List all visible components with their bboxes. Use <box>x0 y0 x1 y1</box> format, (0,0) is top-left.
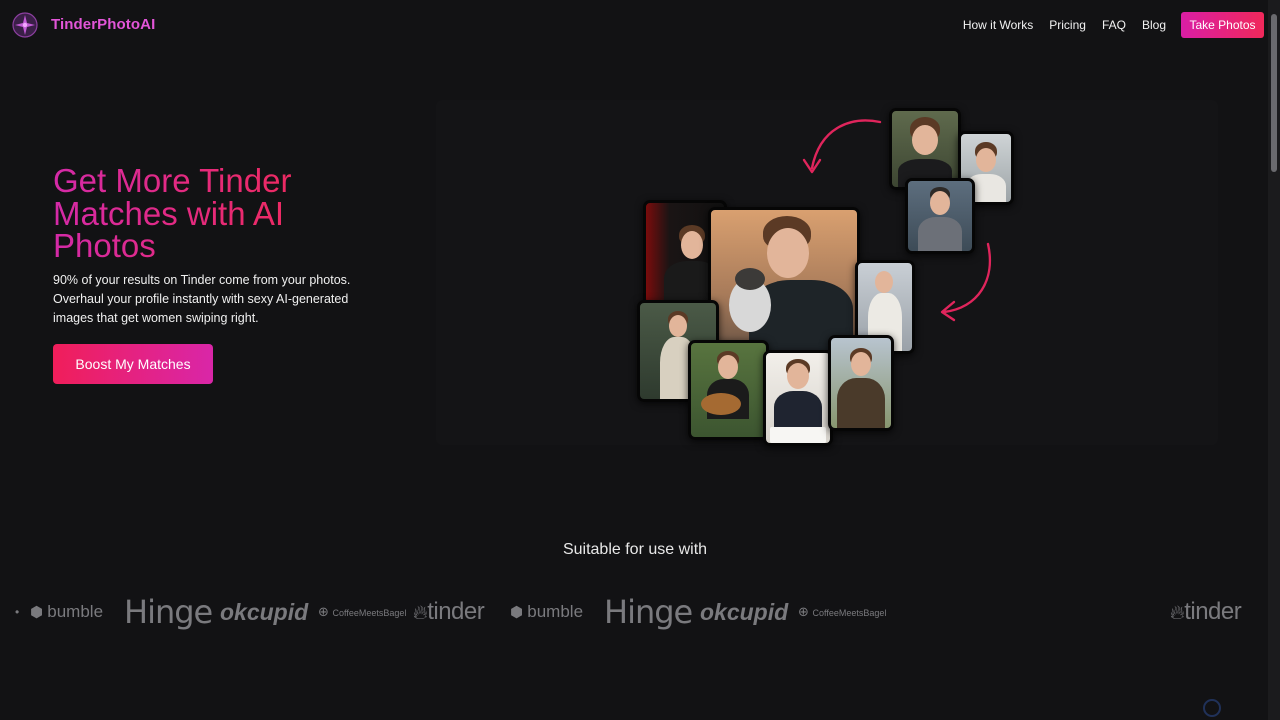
logo-tinder: 🔥︎tinder <box>1170 598 1242 625</box>
compat-heading: Suitable for use with <box>562 541 708 558</box>
sparkle-star-icon[interactable] <box>12 12 38 38</box>
nav-link-faq[interactable]: FAQ <box>1102 18 1126 32</box>
bumble-hexagon-icon: ⬢ <box>30 604 48 621</box>
bumble-hexagon-icon: ⬢ <box>510 604 528 621</box>
logo-hinge: Hinge <box>604 593 693 631</box>
take-photos-button[interactable]: Take Photos <box>1181 12 1264 38</box>
collage-photo <box>828 335 894 431</box>
logo-okcupid: okcupid <box>700 599 789 625</box>
scrollbar-thumb[interactable] <box>1271 14 1277 172</box>
nav-link-blog[interactable]: Blog <box>1142 18 1166 32</box>
curved-arrow-icon <box>802 119 882 174</box>
flame-icon: 🔥︎ <box>413 602 428 624</box>
flame-icon: 🔥︎ <box>1170 602 1185 624</box>
cmb-icon: ⊕ <box>318 604 333 619</box>
logo-bumble: ⬢ bumble <box>30 602 104 621</box>
dating-app-logos: • ⬢ bumble Hinge okcupid ⊕ CoffeeMeetsBa… <box>0 590 1268 634</box>
scrollbar-track[interactable] <box>1268 0 1280 720</box>
widget-badge-icon[interactable] <box>1203 699 1221 717</box>
hero-title: Get More Tinder Matches with AI Photos <box>53 164 373 263</box>
cmb-icon: ⊕ <box>798 604 813 619</box>
nav-links: How it Works Pricing FAQ Blog <box>963 18 1166 32</box>
curved-arrow-icon <box>940 242 992 322</box>
nav-link-how-it-works[interactable]: How it Works <box>963 18 1033 32</box>
brand-name[interactable]: TinderPhotoAI <box>51 16 155 33</box>
logo-coffeemeetsbagel: ⊕ CoffeeMeetsBagel <box>798 604 887 619</box>
logo-coffeemeetsbagel: ⊕ CoffeeMeetsBagel <box>318 604 407 619</box>
collage-photo <box>763 350 833 446</box>
collage-photo <box>688 340 769 440</box>
logo-okcupid: okcupid <box>220 599 309 625</box>
logo-tinder: 🔥︎tinder <box>413 598 485 625</box>
collage-photo <box>708 207 860 353</box>
logo-bumble: ⬢ bumble <box>510 602 584 621</box>
logo-hinge: Hinge <box>124 593 213 631</box>
top-nav: TinderPhotoAI How it Works Pricing FAQ B… <box>0 0 1268 50</box>
nav-link-pricing[interactable]: Pricing <box>1049 18 1086 32</box>
logo-fragment: • <box>15 605 20 619</box>
boost-matches-button[interactable]: Boost My Matches <box>53 344 213 384</box>
hero-subtitle: 90% of your results on Tinder come from … <box>53 273 351 325</box>
